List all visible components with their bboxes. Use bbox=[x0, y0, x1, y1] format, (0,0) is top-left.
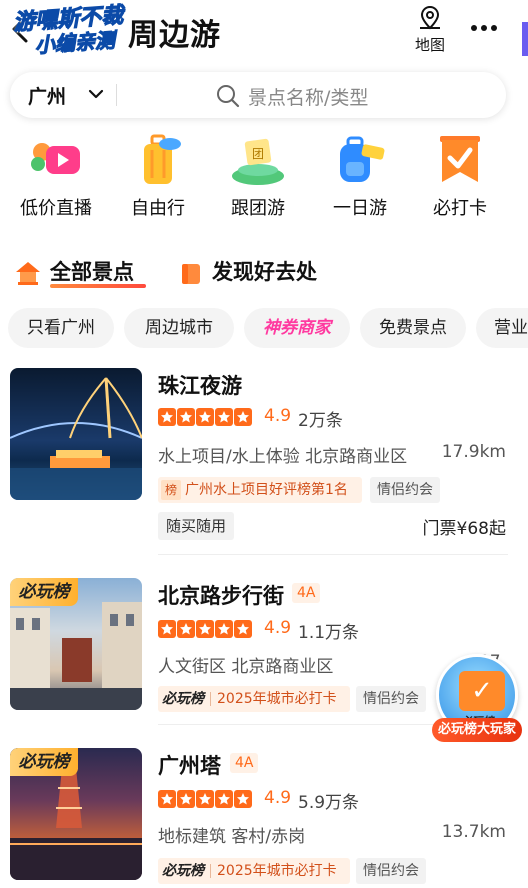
category-free-travel[interactable]: 自由行 bbox=[108, 132, 208, 220]
category-label: 一日游 bbox=[333, 198, 387, 219]
filter-chip-coupon-merchant[interactable]: 神券商家 bbox=[244, 308, 350, 348]
more-options-icon[interactable] bbox=[466, 14, 502, 42]
ranking-icon: 榜 bbox=[161, 480, 181, 500]
svg-text:团: 团 bbox=[252, 147, 264, 161]
discover-bookmark-icon bbox=[182, 264, 200, 284]
category-day-trip[interactable]: 一日游 bbox=[310, 132, 410, 220]
category-label: 低价直播 bbox=[20, 198, 92, 219]
floating-must-play-badge[interactable]: ✓ 必玩榜 必玩榜大玩家 bbox=[432, 654, 522, 744]
ranking-text: 广州水上项目好评榜第1名 bbox=[185, 482, 348, 498]
attraction-name: 珠江夜游 bbox=[158, 374, 242, 398]
rating-level-badge: 4A bbox=[292, 583, 321, 603]
ranking-tag: 榜广州水上项目好评榜第1名 bbox=[158, 477, 362, 503]
review-count: 2万条 bbox=[298, 411, 343, 431]
search-divider bbox=[116, 84, 117, 106]
filter-chip[interactable]: 周边城市 bbox=[124, 308, 234, 348]
attraction-name: 北京路步行街 bbox=[158, 584, 284, 608]
search-input[interactable]: 景点名称/类型 bbox=[248, 83, 368, 110]
ticket-price: 门票¥68起 bbox=[422, 519, 506, 539]
category-row: 低价直播 自由行 团 跟团游 一日游 必打卡 bbox=[0, 132, 528, 228]
filter-chip[interactable]: 只看广州 bbox=[8, 308, 114, 348]
attraction-name: 广州塔 bbox=[158, 754, 221, 778]
rating-score: 4.9 bbox=[264, 788, 292, 808]
must-play-badge: 必玩榜 bbox=[10, 748, 78, 776]
must-play-text: 2025年城市必打卡 bbox=[217, 863, 337, 879]
live-stream-icon bbox=[31, 143, 80, 174]
star-rating bbox=[158, 788, 253, 808]
category-live-stream[interactable]: 低价直播 bbox=[6, 132, 106, 220]
must-play-logo: 必玩榜 bbox=[162, 863, 204, 879]
city-selector[interactable]: 广州 bbox=[28, 82, 66, 109]
must-play-text: 2025年城市必打卡 bbox=[217, 691, 337, 707]
attraction-photo: 必玩榜 bbox=[10, 748, 142, 880]
checkmark-flag-icon bbox=[440, 136, 480, 182]
attraction-card[interactable]: 珠江夜游 4.9 2万条 水上项目/水上体验 北京路商业区 17.9km 榜广州… bbox=[0, 366, 528, 556]
feature-tag: 情侣约会 bbox=[356, 858, 426, 884]
luggage-icon bbox=[144, 134, 181, 184]
attraction-pagoda-icon bbox=[16, 262, 40, 285]
rating-level-badge: 4A bbox=[230, 753, 259, 773]
active-tab-underline bbox=[50, 284, 146, 288]
must-play-logo: 必玩榜 bbox=[162, 691, 204, 707]
filter-chips: 只看广州 周边城市 神券商家 免费景点 营业 bbox=[0, 308, 528, 348]
category-group-tour[interactable]: 团 跟团游 bbox=[208, 132, 308, 220]
must-play-tag: 必玩榜 2025年城市必打卡 bbox=[158, 686, 350, 712]
header: 周边游 游嘿斯不裁 小编亲测 地图 bbox=[0, 0, 528, 62]
tour-group-icon: 团 bbox=[232, 138, 284, 185]
filter-chip[interactable]: 营业 bbox=[476, 308, 528, 348]
distance: 17.9km bbox=[441, 442, 506, 462]
category-must-visit[interactable]: 必打卡 bbox=[410, 132, 510, 220]
must-play-tag: 必玩榜 2025年城市必打卡 bbox=[158, 858, 350, 884]
category-label: 必打卡 bbox=[433, 198, 487, 219]
chevron-down-icon[interactable] bbox=[88, 88, 104, 100]
map-label: 地图 bbox=[414, 36, 445, 54]
category-label: 跟团游 bbox=[231, 198, 285, 219]
must-play-badge: 必玩榜 bbox=[10, 578, 78, 606]
tab-discover[interactable]: 发现好去处 bbox=[212, 256, 317, 286]
attraction-meta: 地标建筑 客村/赤岗 bbox=[158, 827, 306, 847]
attraction-card[interactable]: 必玩榜 广州塔 4A 4.9 5.9万条 地标建筑 客村/赤岗 13.7km 必… bbox=[0, 746, 528, 888]
rating-score: 4.9 bbox=[264, 618, 292, 638]
side-tab-marker bbox=[520, 20, 528, 58]
star-rating bbox=[158, 618, 253, 638]
category-label: 自由行 bbox=[131, 198, 185, 219]
search-icon bbox=[217, 85, 240, 108]
feature-tag: 情侣约会 bbox=[356, 686, 426, 712]
badge-label: 必玩榜大玩家 bbox=[432, 718, 522, 742]
section-tabs: 全部景点 发现好去处 bbox=[0, 250, 528, 294]
service-chip: 随买随用 bbox=[158, 512, 235, 540]
map-pin-icon bbox=[420, 5, 440, 30]
tab-all-attractions[interactable]: 全部景点 bbox=[50, 256, 134, 286]
checkmark-icon: ✓ bbox=[459, 671, 505, 711]
attraction-photo: 必玩榜 bbox=[10, 578, 142, 710]
search-bar: 广州 景点名称/类型 bbox=[10, 72, 506, 118]
rating-score: 4.9 bbox=[264, 406, 292, 426]
star-rating bbox=[158, 406, 253, 426]
review-count: 1.1万条 bbox=[298, 623, 360, 643]
map-button[interactable]: 地图 bbox=[410, 4, 450, 54]
attraction-meta: 人文街区 北京路商业区 bbox=[158, 657, 334, 677]
review-count: 5.9万条 bbox=[298, 793, 360, 813]
divider bbox=[158, 554, 508, 555]
filter-chip[interactable]: 免费景点 bbox=[360, 308, 466, 348]
distance: 13.7km bbox=[441, 822, 506, 842]
backpack-icon bbox=[340, 136, 385, 182]
feature-tag: 情侣约会 bbox=[370, 477, 440, 503]
watermark-overlay: 游嘿斯不裁 小编亲测 bbox=[12, 1, 155, 59]
attraction-meta: 水上项目/水上体验 北京路商业区 bbox=[158, 447, 408, 467]
attraction-photo bbox=[10, 368, 142, 500]
